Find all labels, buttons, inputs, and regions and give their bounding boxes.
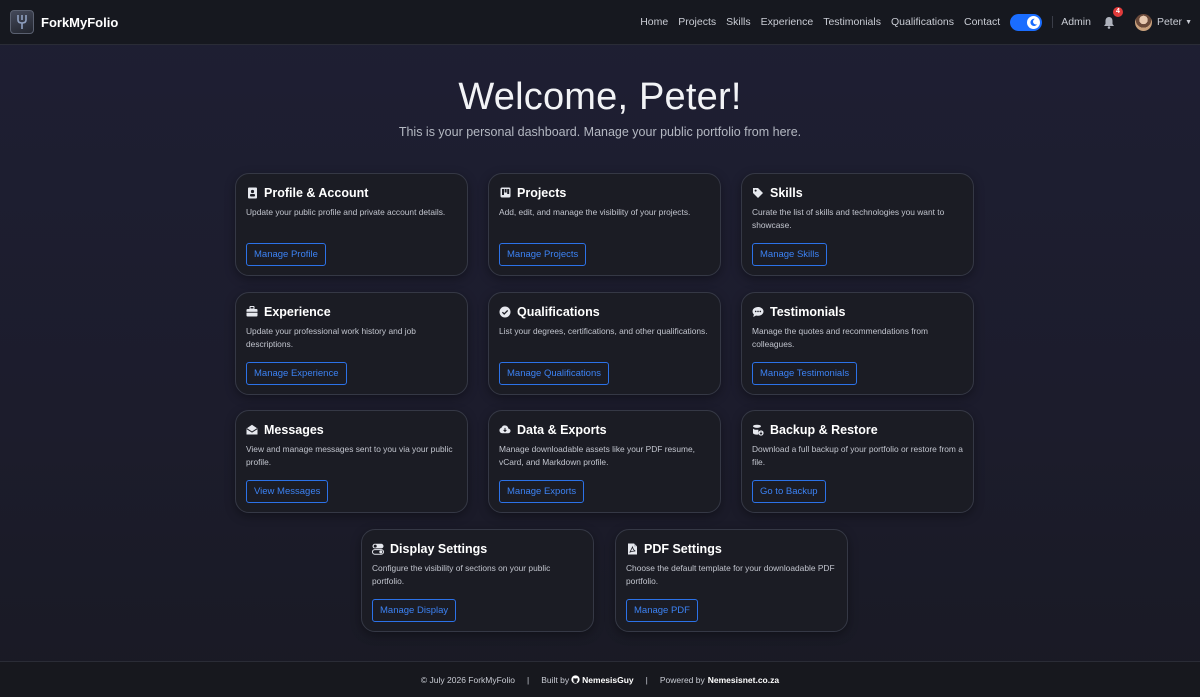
card-projects: Projects Add, edit, and manage the visib… [488,173,721,276]
cloud-download-icon [499,424,511,436]
nav-link-admin[interactable]: Admin [1052,16,1091,28]
id-badge-icon [246,187,258,199]
manage-testimonials-button[interactable]: Manage Testimonials [752,362,858,385]
card-description: Configure the visibility of sections on … [372,563,551,586]
notifications-button[interactable]: 4 [1103,6,1123,29]
card-title: Backup & Restore [770,422,878,437]
card-pdf-settings: PDF Settings Choose the default template… [615,529,848,632]
card-title: Messages [264,422,324,437]
kanban-icon [499,187,511,199]
nav-link-testimonials[interactable]: Testimonials [823,16,881,28]
card-title: PDF Settings [644,541,722,556]
card-description: Update your public profile and private a… [246,207,446,217]
card-display-settings: Display Settings Configure the visibilit… [361,529,594,632]
page-subtitle: This is your personal dashboard. Manage … [398,125,802,139]
card-title: Projects [517,185,567,200]
brand-link[interactable]: ForkMyFolio [10,10,118,34]
go-to-backup-button[interactable]: Go to Backup [752,480,826,503]
card-testimonials: Testimonials Manage the quotes and recom… [741,292,974,395]
database-icon [752,424,764,436]
footer-divider: | [527,674,530,685]
theme-toggle[interactable] [1010,13,1043,31]
moon-icon [1027,15,1041,29]
card-title: Data & Exports [517,422,607,437]
briefcase-icon [246,306,258,318]
bell-icon [1103,16,1114,29]
manage-experience-button[interactable]: Manage Experience [246,362,347,385]
card-title: Experience [264,304,331,319]
manage-projects-button[interactable]: Manage Projects [499,243,587,266]
manage-display-button[interactable]: Manage Display [372,599,457,622]
card-description: View and manage messages sent to you via… [246,444,453,467]
card-description: List your degrees, certifications, and o… [499,326,708,336]
caret-down-icon: ▼ [1185,18,1192,26]
fork-logo-icon [10,10,34,34]
github-icon [571,675,580,684]
brand-name: ForkMyFolio [41,14,119,30]
manage-exports-button[interactable]: Manage Exports [499,480,585,503]
nav-link-projects[interactable]: Projects [678,16,716,28]
card-title: Qualifications [517,304,600,319]
card-description: Choose the default template for your dow… [626,563,835,586]
nav-link-experience[interactable]: Experience [761,16,814,28]
manage-pdf-button[interactable]: Manage PDF [626,599,698,622]
view-messages-button[interactable]: View Messages [246,480,329,503]
nav-link-qualifications[interactable]: Qualifications [891,16,954,28]
footer: © July 2026 ForkMyFolio | Built by Nemes… [0,661,1200,697]
nav-links: Home Projects Skills Experience Testimon… [630,6,1200,31]
card-description: Manage the quotes and recommendations fr… [752,326,928,349]
envelope-open-icon [246,424,258,436]
patch-check-icon [499,306,511,318]
card-title: Skills [770,185,803,200]
card-profile: Profile & Account Update your public pro… [235,173,468,276]
footer-powered-by-link[interactable]: Nemesisnet.co.za [708,675,779,685]
chat-dots-icon [752,306,764,318]
card-experience: Experience Update your professional work… [235,292,468,395]
card-title: Testimonials [770,304,846,319]
page-title: Welcome, Peter! [458,76,742,118]
manage-qualifications-button[interactable]: Manage Qualifications [499,362,609,385]
card-description: Download a full backup of your portfolio… [752,444,963,467]
card-title: Profile & Account [264,185,369,200]
card-skills: Skills Curate the list of skills and tec… [741,173,974,276]
card-messages: Messages View and manage messages sent t… [235,410,468,513]
user-menu[interactable]: Peter ▼ [1134,13,1192,31]
footer-divider: | [645,674,648,685]
user-name: Peter [1156,16,1183,28]
card-data-exports: Data & Exports Manage downloadable asset… [488,410,721,513]
card-backup-restore: Backup & Restore Download a full backup … [741,410,974,513]
card-qualifications: Qualifications List your degrees, certif… [488,292,721,395]
footer-copyright: © July 2026 ForkMyFolio [420,674,516,685]
footer-powered-by-label: Powered by [659,674,705,685]
avatar [1134,13,1152,31]
manage-skills-button[interactable]: Manage Skills [752,243,828,266]
card-description: Curate the list of skills and technologi… [752,207,945,230]
card-description: Add, edit, and manage the visibility of … [499,207,691,217]
file-pdf-icon [626,543,638,555]
footer-built-by-label: Built by [541,674,570,685]
card-description: Update your professional work history an… [246,326,416,349]
card-title: Display Settings [390,541,488,556]
toggles-icon [372,543,384,555]
nav-link-home[interactable]: Home [640,16,668,28]
nav-link-contact[interactable]: Contact [964,16,1000,28]
manage-profile-button[interactable]: Manage Profile [246,243,326,266]
card-description: Manage downloadable assets like your PDF… [499,444,695,467]
nav-link-skills[interactable]: Skills [726,16,751,28]
top-navbar: ForkMyFolio Home Projects Skills Experie… [0,0,1200,45]
notification-badge: 4 [1112,6,1123,17]
tag-icon [752,187,764,199]
footer-author-link[interactable]: NemesisGuy [582,675,634,685]
